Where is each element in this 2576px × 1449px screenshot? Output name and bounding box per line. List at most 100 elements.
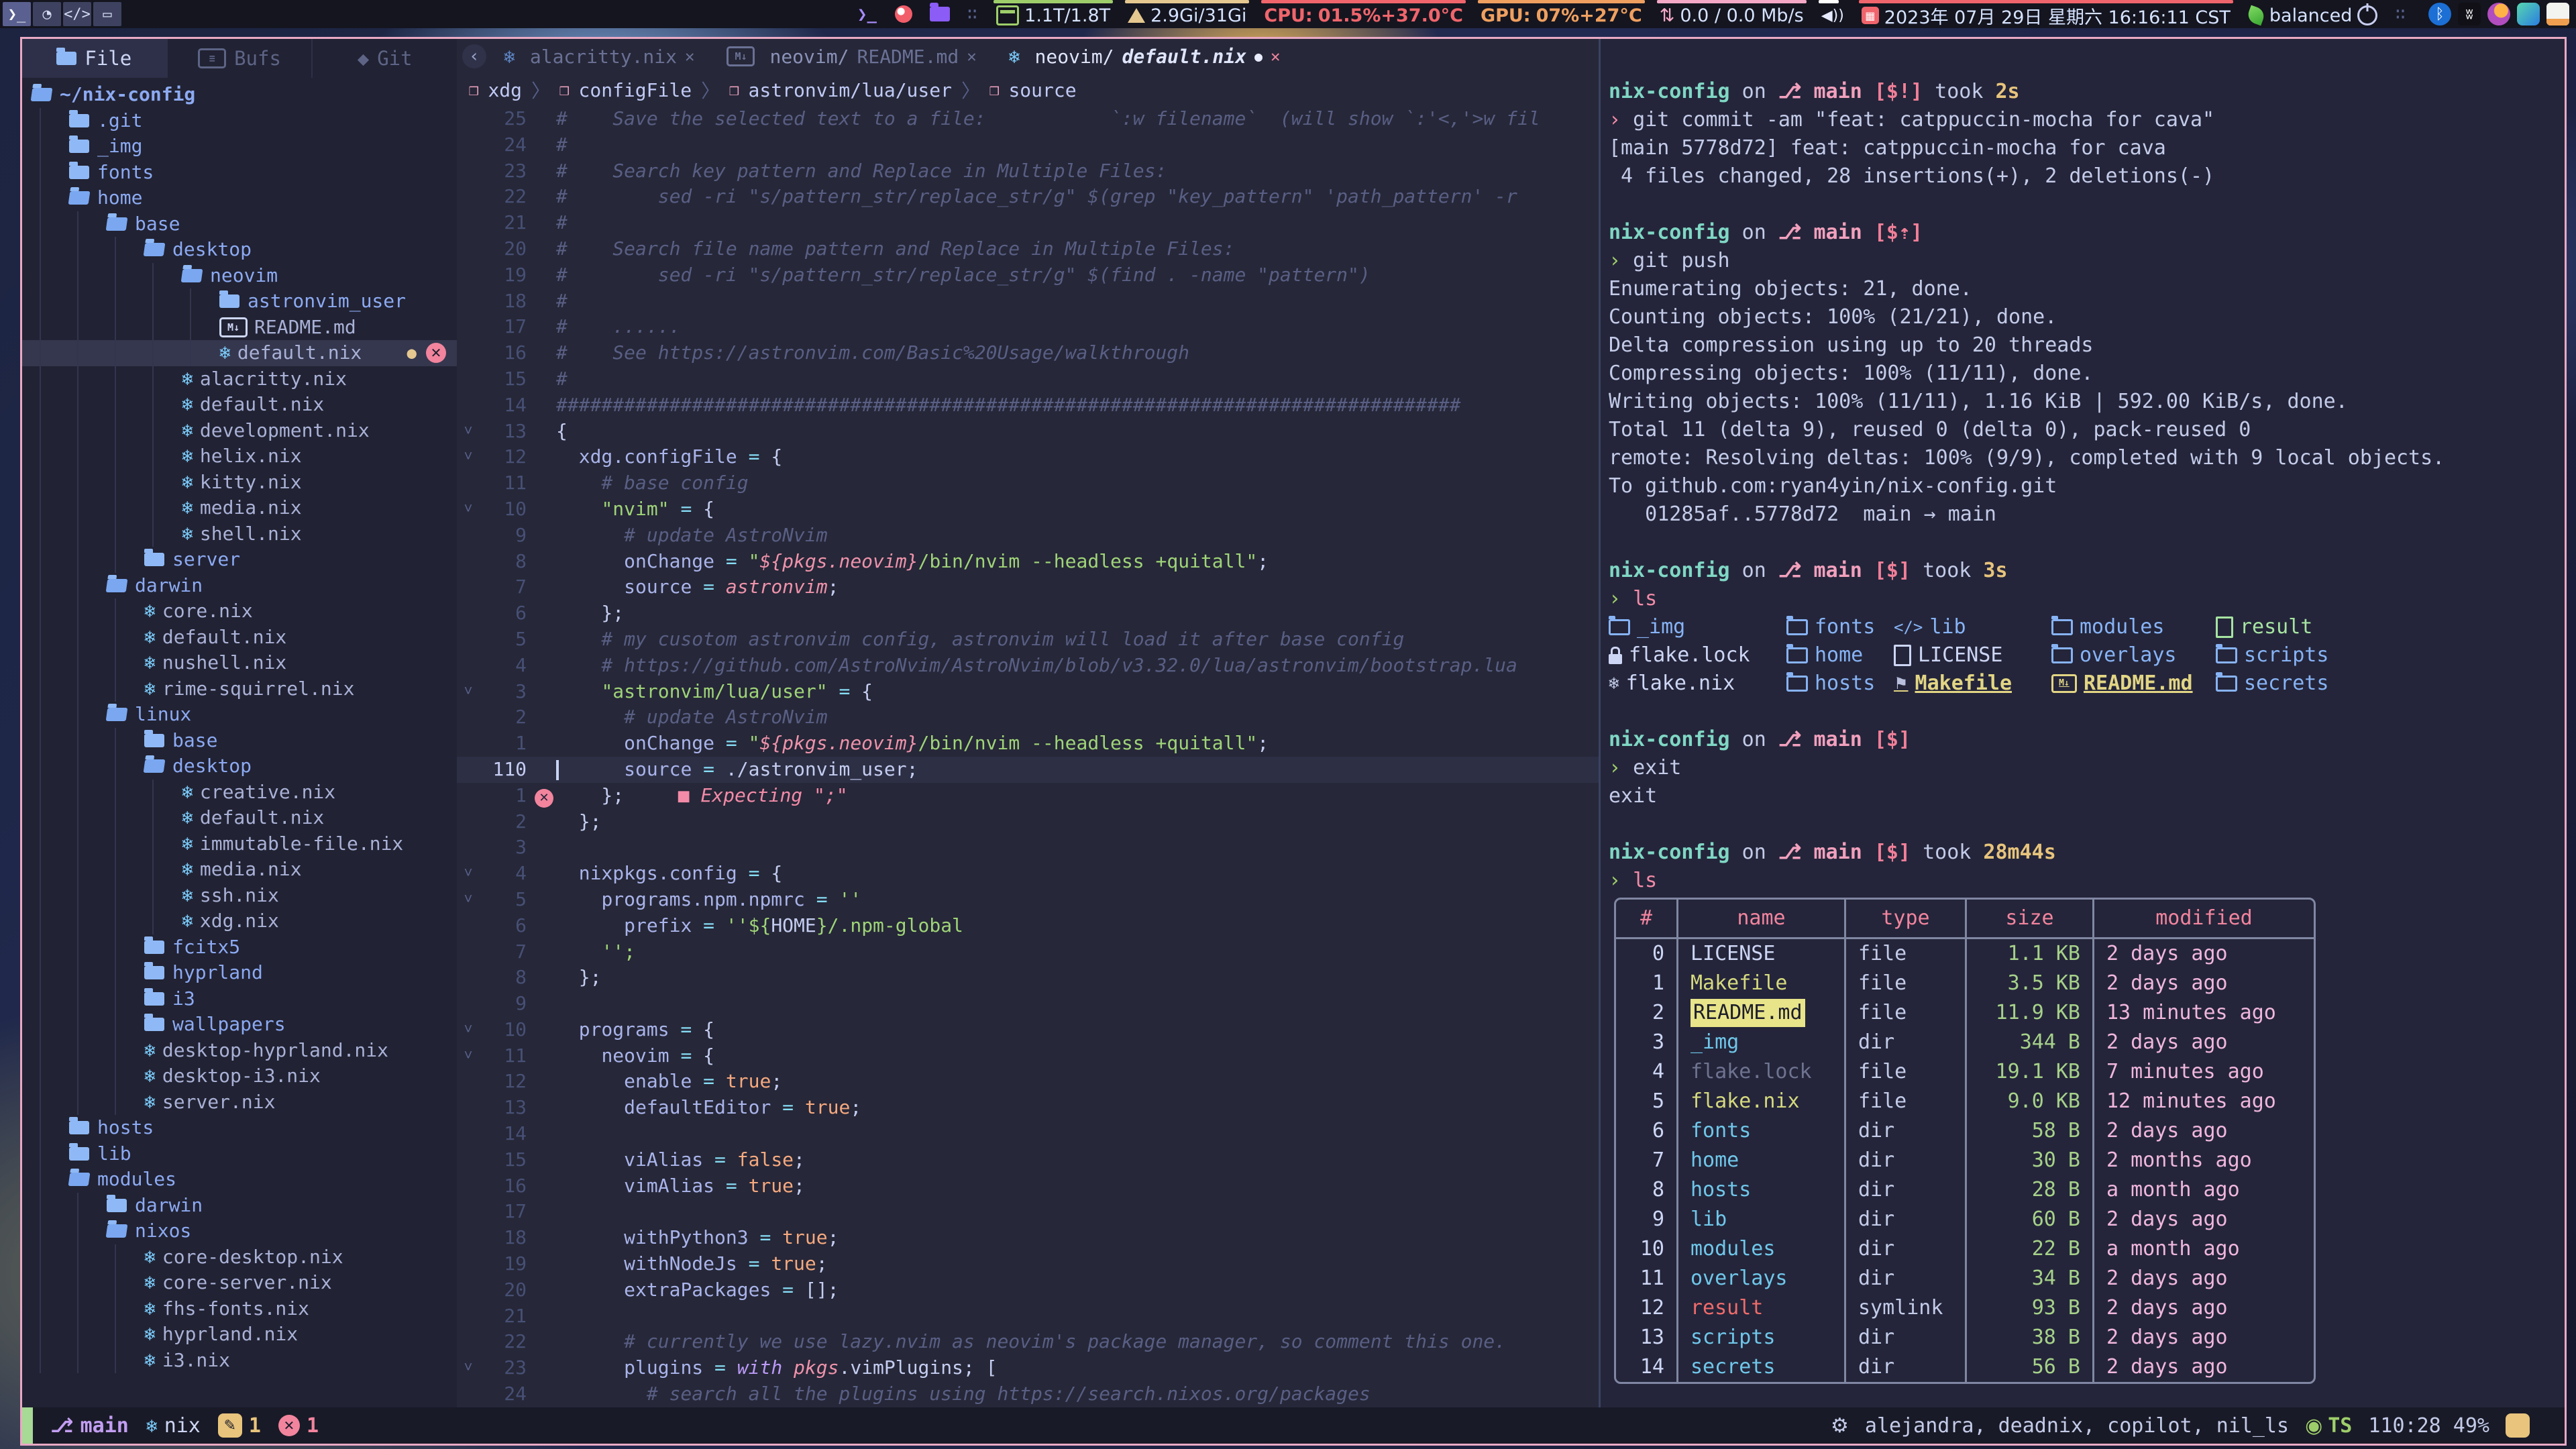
tree-item-development-nix[interactable]: ❄development.nix [22,418,457,444]
error-counter[interactable]: ✕1 [278,1414,319,1438]
code-line[interactable]: 12 enable = true; [457,1069,1599,1095]
tab-neovim-readme[interactable]: M↓ neovim/README.md✕ [712,39,991,74]
tree-item-desktop-i3-nix[interactable]: ❄desktop-i3.nix [22,1063,457,1089]
tree-item--img[interactable]: _img [22,133,457,160]
tree-item-immutable-file-nix[interactable]: ❄immutable-file.nix [22,831,457,857]
tree-item-linux[interactable]: linux [22,702,457,728]
code-line[interactable]: 18 withPython3 = true; [457,1225,1599,1251]
tree-item-core-desktop-nix[interactable]: ❄core-desktop.nix [22,1244,457,1271]
tree-item-darwin[interactable]: darwin [22,1193,457,1219]
code-line[interactable]: 15 viAlias = false; [457,1147,1599,1173]
workspace-browser[interactable]: ◔ [33,2,61,26]
tree-item-server-nix[interactable]: ❄server.nix [22,1089,457,1116]
code-line[interactable]: ˅10 "nvim" = { [457,496,1599,523]
code-line[interactable]: 11 # base config [457,470,1599,496]
code-line[interactable]: 21 [457,1303,1599,1330]
tree-item--git[interactable]: .git [22,108,457,134]
code-area[interactable]: 25# Save the selected text to a file: `:… [457,106,1599,1407]
tree-item-server[interactable]: server [22,547,457,573]
code-line[interactable]: ˅10 programs = { [457,1017,1599,1043]
code-line[interactable]: 13 defaultEditor = true; [457,1095,1599,1121]
tree-item-hosts[interactable]: hosts [22,1115,457,1141]
tree-item-default-nix[interactable]: ❄default.nix●✕ [22,340,457,366]
code-line[interactable]: 20 extraPackages = []; [457,1277,1599,1303]
tree-item-fonts[interactable]: fonts [22,160,457,186]
tree-item-fcitx5[interactable]: fcitx5 [22,934,457,961]
code-line[interactable]: 15# [457,366,1599,392]
power-profile-module[interactable]: balanced [2248,0,2377,28]
tab-alacritty-nix[interactable]: ❄ alacritty.nix✕ [489,39,709,74]
breadcrumb-item[interactable]: xdg [488,79,522,101]
breadcrumb-item[interactable]: astronvim/lua/user [749,79,952,101]
code-line[interactable]: 16 vimAlias = true; [457,1173,1599,1199]
files-app-icon[interactable] [930,7,950,21]
tree-item-core-nix[interactable]: ❄core.nix [22,598,457,625]
code-line[interactable]: 8 onChange = "${pkgs.neovim}/bin/nvim --… [457,549,1599,575]
code-line[interactable]: 7 source = astronvim; [457,574,1599,600]
tree-item-darwin[interactable]: darwin [22,573,457,599]
code-line[interactable]: 3 [457,835,1599,861]
volume-module[interactable]: ◀)) [1821,0,1844,28]
tab-neovim-default-nix[interactable]: ❄ neovim/default.nix ● ✕ [994,39,1295,74]
tree-item-desktop[interactable]: desktop [22,753,457,780]
tree-item-readme-md[interactable]: M↓README.md [22,315,457,341]
code-line[interactable]: 22 # currently we use lazy.nvim as neovi… [457,1329,1599,1355]
code-line[interactable]: ˅3 "astronvim/lua/user" = { [457,679,1599,705]
tree-item--nix-config[interactable]: ~/nix-config [22,82,457,108]
code-line[interactable]: 19# sed -ri "s/pattern_str/replace_str/g… [457,262,1599,288]
code-line[interactable]: 6 }; [457,600,1599,627]
workspace-monitor[interactable]: ▭ [93,2,121,26]
code-line[interactable]: ˅5 programs.npm.npmrc = '' [457,887,1599,913]
workspace-code[interactable]: </> [63,2,91,26]
code-line[interactable]: 14 [457,1121,1599,1147]
tree-item-rime-squirrel-nix[interactable]: ❄rime-squirrel.nix [22,676,457,702]
tree-item-astronvim-user[interactable]: astronvim_user [22,288,457,315]
close-icon[interactable]: ✕ [967,47,976,66]
close-icon[interactable]: ✕ [1271,47,1280,66]
gpu-module[interactable]: GPU:07%+27°C [1481,0,1642,28]
cpu-module[interactable]: CPU:01.5%+37.0°C [1264,0,1463,28]
code-line[interactable]: ˅12 xdg.configFile = { [457,444,1599,470]
tab-file[interactable]: File [22,39,168,78]
tree-item-home[interactable]: home [22,185,457,211]
firefox-tray-icon[interactable] [2487,3,2510,25]
tree-item-media-nix[interactable]: ❄media.nix [22,495,457,521]
terminal-app-icon[interactable]: ❯_ [857,5,877,23]
tree-item-i3[interactable]: i3 [22,986,457,1012]
app-tray-icon[interactable] [2517,3,2540,25]
tree-item-lib[interactable]: lib [22,1141,457,1167]
code-line[interactable]: 21# [457,210,1599,236]
recorder-app-icon[interactable] [895,5,912,23]
tree-item-hyprland-nix[interactable]: ❄hyprland.nix [22,1322,457,1348]
tree-item-nushell-nix[interactable]: ❄nushell.nix [22,650,457,676]
code-line[interactable]: 9 # update AstroNvim [457,523,1599,549]
code-line[interactable]: 25# Save the selected text to a file: `:… [457,106,1599,132]
code-line[interactable]: 17 [457,1199,1599,1225]
tree-item-kitty-nix[interactable]: ❄kitty.nix [22,470,457,496]
code-line[interactable]: ˅11 neovim = { [457,1043,1599,1069]
code-line[interactable]: 6 prefix = ''${HOME}/.npm-global [457,913,1599,939]
code-line[interactable]: 2 # update AstroNvim [457,704,1599,731]
code-line[interactable]: 22# sed -ri "s/pattern_str/replace_str/g… [457,184,1599,210]
code-line[interactable]: 14######################################… [457,392,1599,419]
tree-item-nixos[interactable]: nixos [22,1218,457,1244]
git-branch[interactable]: ⎇main [50,1414,129,1438]
breadcrumb-item[interactable]: configFile [579,79,692,101]
clock-module[interactable]: ▦2023年 07月 29日 星期六 16:16:11 CST [1862,0,2231,28]
memory-module[interactable]: 2.9Gi/31Gi [1128,0,1246,28]
disk-usage-module[interactable]: 1.1T/1.8T [996,0,1110,28]
tree-item-ssh-nix[interactable]: ❄ssh.nix [22,883,457,909]
tree-item-default-nix[interactable]: ❄default.nix [22,392,457,418]
tab-bufs[interactable]: ≡Bufs [168,39,313,78]
code-line[interactable]: ˅13{ [457,419,1599,445]
tab-git[interactable]: ◆Git [313,39,457,78]
tree-item-desktop-hyprland-nix[interactable]: ❄desktop-hyprland.nix [22,1038,457,1064]
tree-item-fhs-fonts-nix[interactable]: ❄fhs-fonts.nix [22,1296,457,1322]
close-icon[interactable]: ✕ [685,47,694,66]
code-line[interactable]: 24 # search all the plugins using https:… [457,1381,1599,1407]
tree-item-shell-nix[interactable]: ❄shell.nix [22,521,457,547]
tree-item-alacritty-nix[interactable]: ❄alacritty.nix [22,366,457,392]
breadcrumb-item[interactable]: source [1008,79,1076,101]
tree-item-wallpapers[interactable]: wallpapers [22,1012,457,1038]
tree-item-default-nix[interactable]: ❄default.nix [22,805,457,831]
